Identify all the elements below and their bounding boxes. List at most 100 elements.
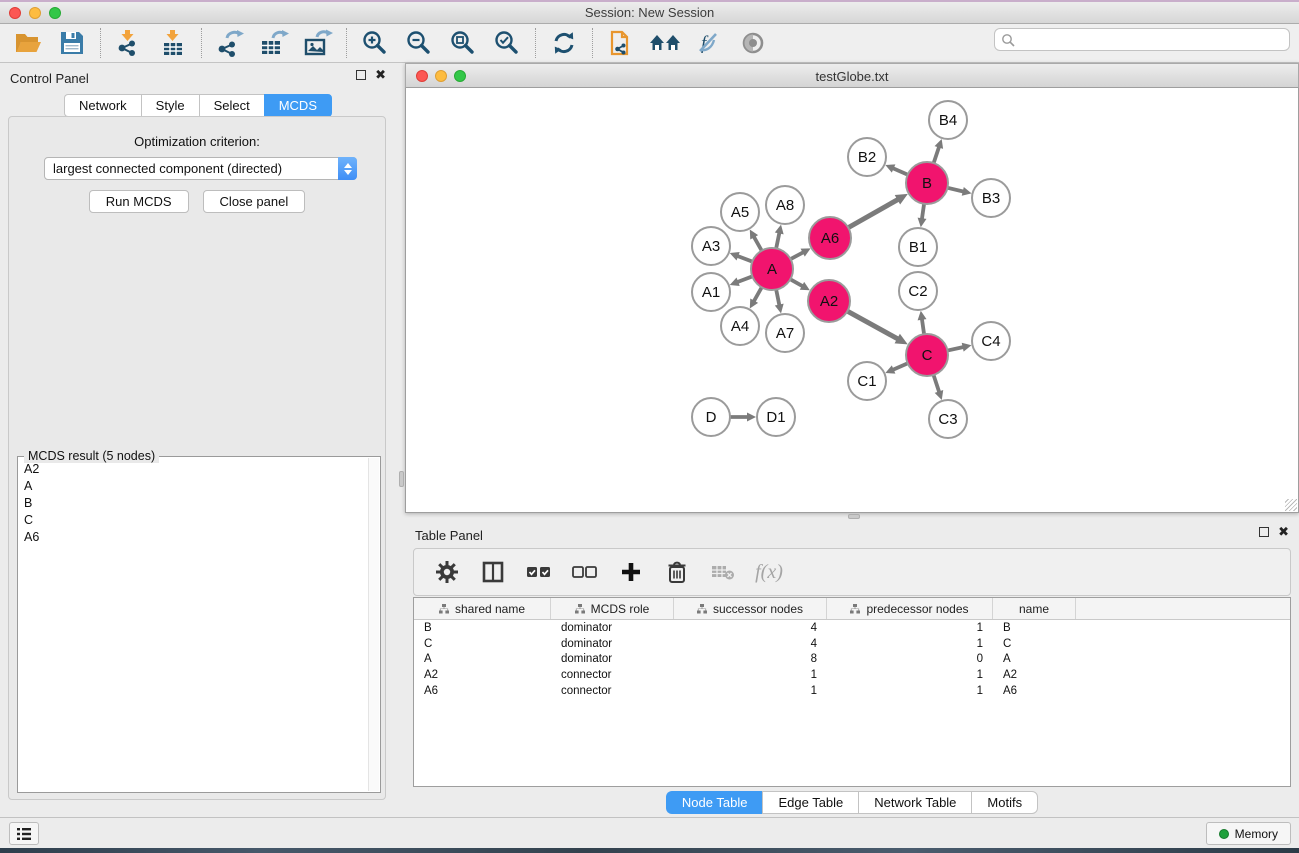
table-cell[interactable]: dominator — [551, 622, 674, 634]
table-cell[interactable]: A2 — [993, 669, 1076, 681]
table-cell[interactable]: 8 — [674, 653, 827, 665]
memory-button[interactable]: Memory — [1206, 822, 1291, 845]
tab-select[interactable]: Select — [199, 94, 264, 117]
unselect-all-rows-icon[interactable] — [570, 555, 600, 589]
table-cell[interactable]: A — [993, 653, 1076, 665]
task-history-button[interactable] — [9, 822, 39, 845]
zoom-fit-icon[interactable] — [445, 27, 481, 59]
vertical-splitter-handle[interactable] — [399, 471, 404, 487]
edge-A2-C[interactable] — [846, 310, 898, 339]
float-table-panel-icon[interactable] — [1259, 527, 1269, 537]
table-cell[interactable]: A6 — [993, 685, 1076, 697]
select-all-rows-icon[interactable] — [524, 555, 554, 589]
table-cell[interactable]: connector — [551, 685, 674, 697]
table-row[interactable]: A2connector11A2 — [414, 667, 1290, 683]
column-header-MCDS-role[interactable]: MCDS role — [551, 598, 674, 619]
node-label-B: B — [922, 175, 932, 192]
add-column-icon[interactable] — [616, 555, 646, 589]
close-panel-icon[interactable]: ✖ — [375, 70, 386, 80]
tab-edge-table[interactable]: Edge Table — [762, 791, 858, 814]
delete-table-icon[interactable] — [708, 555, 738, 589]
main-titlebar[interactable]: Session: New Session — [0, 2, 1299, 24]
zoom-selected-icon[interactable] — [489, 27, 525, 59]
network-view-window: testGlobe.txt B4B2BB3A5A8A6A3B1AA1C2A2A4… — [405, 63, 1299, 513]
table-cell[interactable]: 1 — [674, 669, 827, 681]
table-row[interactable]: A6connector11A6 — [414, 683, 1290, 699]
float-panel-icon[interactable] — [356, 70, 366, 80]
eye-icon[interactable] — [735, 27, 771, 59]
column-selector-icon[interactable] — [478, 555, 508, 589]
mcds-result-item[interactable]: C — [18, 511, 368, 528]
node-label-C2: C2 — [908, 283, 927, 300]
table-cell[interactable]: 0 — [827, 653, 993, 665]
edge-C-C3[interactable] — [933, 373, 939, 392]
tab-network[interactable]: Network — [64, 94, 141, 117]
edge-A6-B[interactable] — [847, 199, 899, 228]
network-window-titlebar[interactable]: testGlobe.txt — [405, 63, 1299, 88]
import-network-icon[interactable] — [111, 27, 147, 59]
table-cell[interactable]: 1 — [827, 685, 993, 697]
tab-style[interactable]: Style — [141, 94, 199, 117]
tab-network-table[interactable]: Network Table — [858, 791, 971, 814]
refresh-icon[interactable] — [546, 27, 582, 59]
table-cell[interactable]: B — [414, 622, 551, 634]
mcds-result-item[interactable]: A6 — [18, 528, 368, 545]
mcds-result-item[interactable]: A2 — [18, 460, 368, 477]
table-row[interactable]: Cdominator41C — [414, 636, 1290, 652]
mcds-list-scrollbar[interactable] — [368, 458, 379, 791]
table-cell[interactable]: A2 — [414, 669, 551, 681]
optimization-criterion-dropdown[interactable]: largest connected component (directed) — [44, 157, 357, 180]
table-settings-gear-icon[interactable] — [432, 555, 462, 589]
export-network-icon[interactable] — [212, 27, 248, 59]
run-mcds-button[interactable]: Run MCDS — [89, 190, 189, 213]
table-cell[interactable]: A — [414, 653, 551, 665]
delete-column-icon[interactable] — [662, 555, 692, 589]
column-header-successor-nodes[interactable]: successor nodes — [674, 598, 827, 619]
mcds-result-item[interactable]: A — [18, 477, 368, 494]
table-cell[interactable]: 4 — [674, 622, 827, 634]
tab-mcds[interactable]: MCDS — [264, 94, 332, 117]
zoom-in-icon[interactable] — [357, 27, 393, 59]
network-canvas[interactable]: B4B2BB3A5A8A6A3B1AA1C2A2A4A7C4CC1C3DD1 — [405, 88, 1299, 513]
table-cell[interactable]: 4 — [674, 638, 827, 650]
import-table-icon[interactable] — [155, 27, 191, 59]
edge-arrowhead — [918, 218, 927, 228]
node-label-C4: C4 — [981, 333, 1000, 350]
close-table-panel-icon[interactable]: ✖ — [1278, 527, 1289, 537]
hide-annotations-icon[interactable]: f — [691, 27, 727, 59]
table-cell[interactable]: dominator — [551, 653, 674, 665]
tab-node-table[interactable]: Node Table — [666, 791, 763, 814]
mcds-result-item[interactable]: B — [18, 494, 368, 511]
table-cell[interactable]: 1 — [674, 685, 827, 697]
table-cell[interactable]: C — [414, 638, 551, 650]
close-panel-button[interactable]: Close panel — [203, 190, 306, 213]
table-cell[interactable]: B — [993, 622, 1076, 634]
search-input[interactable] — [1019, 33, 1283, 47]
open-folder-icon[interactable] — [10, 27, 46, 59]
table-cell[interactable]: 1 — [827, 622, 993, 634]
dropdown-stepper-icon[interactable] — [338, 157, 357, 180]
table-cell[interactable]: 1 — [827, 669, 993, 681]
table-row[interactable]: Adominator80A — [414, 652, 1290, 668]
home-icon[interactable] — [647, 27, 683, 59]
column-header-predecessor-nodes[interactable]: predecessor nodes — [827, 598, 993, 619]
table-row[interactable]: Bdominator41B — [414, 620, 1290, 636]
resize-grip[interactable] — [1285, 499, 1297, 511]
zoom-out-icon[interactable] — [401, 27, 437, 59]
mcds-panel: Optimization criterion: largest connecte… — [8, 116, 386, 800]
table-cell[interactable]: dominator — [551, 638, 674, 650]
save-icon[interactable] — [54, 27, 90, 59]
export-image-icon[interactable] — [300, 27, 336, 59]
table-cell[interactable]: 1 — [827, 638, 993, 650]
table-cell[interactable]: A6 — [414, 685, 551, 697]
search-field[interactable] — [994, 28, 1290, 51]
table-cell[interactable]: connector — [551, 669, 674, 681]
table-cell[interactable]: C — [993, 638, 1076, 650]
column-header-shared-name[interactable]: shared name — [414, 598, 551, 619]
export-table-icon[interactable] — [256, 27, 292, 59]
horizontal-splitter-handle[interactable] — [848, 514, 860, 519]
session-document-icon[interactable] — [603, 27, 639, 59]
tab-motifs[interactable]: Motifs — [971, 791, 1038, 814]
column-header-name[interactable]: name — [993, 598, 1076, 619]
table-header-row: shared nameMCDS rolesuccessor nodesprede… — [414, 598, 1290, 620]
